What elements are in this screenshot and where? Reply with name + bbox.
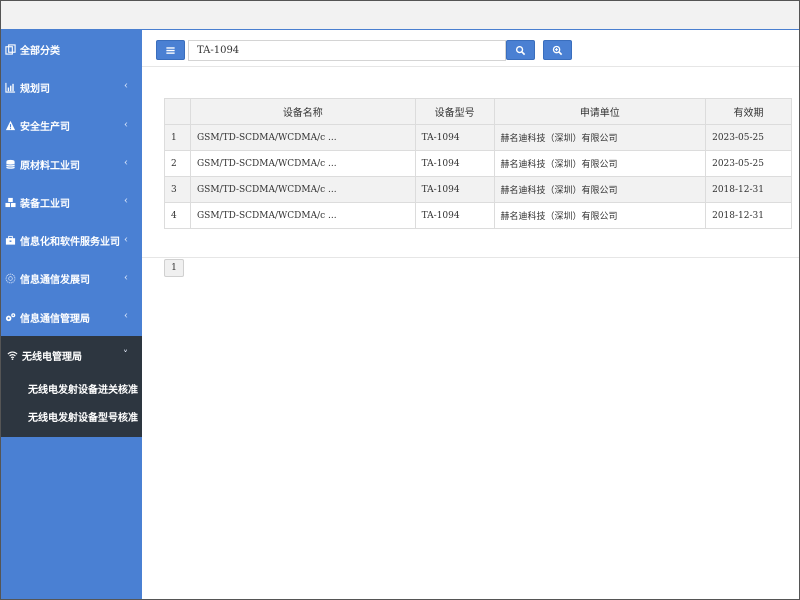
- wifi-icon: [7, 350, 18, 361]
- chevron-left-icon: ‹: [124, 272, 128, 284]
- globe-icon: [5, 273, 16, 284]
- applicant-cell: 赫名迪科技（深圳）有限公司: [493, 176, 707, 203]
- device-model-cell: TA-1094: [414, 176, 495, 203]
- sidebar-group-radio-administration: 无线电管理局 ˅ 无线电发射设备进关核准 无线电发射设备型号核准: [1, 336, 142, 437]
- sidebar-item-label: 原材料工业司: [20, 160, 80, 172]
- applicant-cell: 赫名迪科技（深圳）有限公司: [493, 202, 707, 229]
- search-bar: [142, 30, 799, 67]
- column-header-index: [164, 98, 191, 125]
- row-index: 2: [164, 150, 191, 177]
- expiry-cell: 2018-12-31: [705, 202, 792, 229]
- chevron-left-icon: ‹: [124, 310, 128, 322]
- cogs-icon: [5, 312, 16, 323]
- zoom-in-icon: [552, 45, 563, 55]
- briefcase-icon: [5, 235, 16, 246]
- column-header-expiry[interactable]: 有效期: [705, 98, 792, 125]
- chevron-left-icon: ‹: [124, 119, 128, 131]
- sidebar-item-all-categories[interactable]: 全部分类: [1, 30, 142, 68]
- submenu-item-import-approval[interactable]: 无线电发射设备进关核准: [1, 375, 142, 403]
- expiry-cell: 2023-05-25: [705, 124, 792, 151]
- cubes-icon: [5, 197, 16, 208]
- expiry-cell: 2023-05-25: [705, 150, 792, 177]
- device-name-cell: GSM/TD-SCDMA/WCDMA/c ...: [189, 176, 416, 203]
- sidebar-item-planning[interactable]: 规划司 ‹: [1, 68, 142, 106]
- table-row[interactable]: 1 GSM/TD-SCDMA/WCDMA/c ... TA-1094 赫名迪科技…: [164, 124, 792, 151]
- chevron-left-icon: ‹: [124, 157, 128, 169]
- device-model-cell: TA-1094: [414, 124, 495, 151]
- advanced-search-button[interactable]: [543, 40, 572, 60]
- row-index: 1: [164, 124, 191, 151]
- copy-icon: [5, 44, 16, 55]
- chevron-left-icon: ‹: [124, 195, 128, 207]
- sidebar-item-label: 信息通信管理局: [20, 313, 90, 325]
- table-header-row: 设备名称 设备型号 申请单位 有效期: [164, 98, 792, 125]
- row-index: 4: [164, 202, 191, 229]
- submenu: 无线电发射设备进关核准 无线电发射设备型号核准: [1, 375, 142, 437]
- sidebar-item-label: 安全生产司: [20, 122, 70, 134]
- sidebar-item-raw-materials[interactable]: 原材料工业司 ‹: [1, 145, 142, 183]
- top-bar: [1, 1, 799, 30]
- device-model-cell: TA-1094: [414, 202, 495, 229]
- chevron-down-icon: ˅: [123, 349, 128, 361]
- table-row[interactable]: 4 GSM/TD-SCDMA/WCDMA/c ... TA-1094 赫名迪科技…: [164, 202, 792, 229]
- table-row[interactable]: 2 GSM/TD-SCDMA/WCDMA/c ... TA-1094 赫名迪科技…: [164, 150, 792, 177]
- pagination-divider: [142, 257, 799, 258]
- sidebar-item-label: 规划司: [20, 83, 50, 95]
- sidebar-item-label: 装备工业司: [20, 198, 70, 210]
- main-content: 设备名称 设备型号 申请单位 有效期 1 GSM/TD-SCDMA/WCDMA/…: [142, 30, 799, 599]
- chevron-left-icon: ‹: [124, 80, 128, 92]
- table-row[interactable]: 3 GSM/TD-SCDMA/WCDMA/c ... TA-1094 赫名迪科技…: [164, 176, 792, 203]
- device-name-cell: GSM/TD-SCDMA/WCDMA/c ...: [189, 202, 416, 229]
- expiry-cell: 2018-12-31: [705, 176, 792, 203]
- sidebar-item-telecom-administration[interactable]: 信息通信管理局 ‹: [1, 298, 142, 336]
- menu-toggle-button[interactable]: [156, 40, 185, 60]
- sidebar-item-label: 全部分类: [20, 45, 60, 57]
- column-header-device-name[interactable]: 设备名称: [189, 98, 416, 125]
- sidebar-item-label: 无线电管理局: [22, 352, 82, 364]
- bars-icon: [166, 46, 175, 54]
- row-index: 3: [164, 176, 191, 203]
- device-model-cell: TA-1094: [414, 150, 495, 177]
- warning-icon: [5, 120, 16, 131]
- database-icon: [5, 159, 16, 170]
- sidebar-item-safety[interactable]: 安全生产司 ‹: [1, 107, 142, 145]
- sidebar-item-radio-administration[interactable]: 无线电管理局 ˅: [1, 336, 142, 374]
- sidebar-item-telecom-development[interactable]: 信息通信发展司 ‹: [1, 260, 142, 298]
- sidebar-item-informatization[interactable]: 信息化和软件服务业司 ‹: [1, 221, 142, 259]
- pagination-page-button[interactable]: 1: [164, 259, 184, 277]
- applicant-cell: 赫名迪科技（深圳）有限公司: [493, 124, 707, 151]
- search-icon: [515, 45, 526, 55]
- sidebar-item-label: 信息通信发展司: [20, 275, 90, 287]
- results-table: 设备名称 设备型号 申请单位 有效期 1 GSM/TD-SCDMA/WCDMA/…: [164, 98, 792, 229]
- device-name-cell: GSM/TD-SCDMA/WCDMA/c ...: [189, 124, 416, 151]
- sidebar-item-label: 信息化和软件服务业司: [20, 237, 120, 249]
- chevron-left-icon: ‹: [124, 234, 128, 246]
- search-input[interactable]: [188, 40, 506, 61]
- bar-chart-icon: [5, 82, 16, 93]
- column-header-device-model[interactable]: 设备型号: [414, 98, 495, 125]
- column-header-applicant[interactable]: 申请单位: [493, 98, 707, 125]
- sidebar-item-equipment[interactable]: 装备工业司 ‹: [1, 183, 142, 221]
- submenu-item-type-approval[interactable]: 无线电发射设备型号核准: [1, 403, 142, 431]
- device-name-cell: GSM/TD-SCDMA/WCDMA/c ...: [189, 150, 416, 177]
- applicant-cell: 赫名迪科技（深圳）有限公司: [493, 150, 707, 177]
- search-button[interactable]: [506, 40, 535, 60]
- sidebar: 全部分类 规划司 ‹ 安全生产司 ‹ 原材料工业司 ‹ 装备工业司 ‹ 信息化和…: [1, 30, 142, 599]
